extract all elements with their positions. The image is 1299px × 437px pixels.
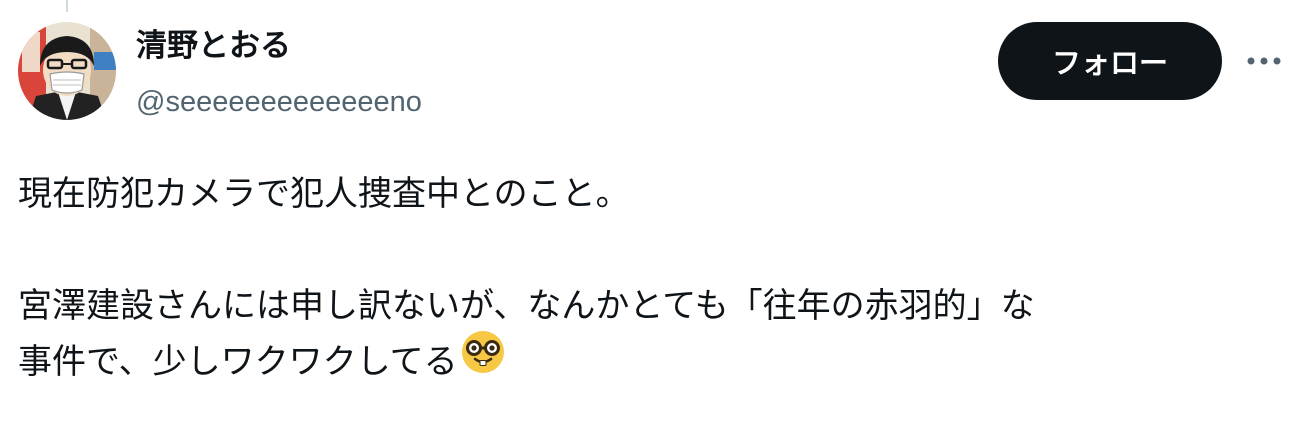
tweet-text-blank-line <box>18 222 1293 278</box>
tweet-text-line: 宮澤建設さんには申し訳ないが、なんかとても「往年の赤羽的」な <box>18 286 1035 326</box>
more-horizontal-icon[interactable] <box>1244 46 1284 76</box>
tweet-text-line: 現在防犯カメラで犯人捜査中とのこと。 <box>18 174 630 214</box>
tweet-text: 現在防犯カメラで犯人捜査中とのこと。 宮澤建設さんには申し訳ないが、なんかとても… <box>18 166 1293 390</box>
user-handle[interactable]: @seeeeeeeeeeeeeno <box>136 82 422 122</box>
avatar[interactable] <box>18 22 116 120</box>
tweet-header: 清野とおる @seeeeeeeeeeeeeno フォロー <box>18 22 1288 122</box>
display-name[interactable]: 清野とおる <box>136 24 422 68</box>
tweet-text-line-content: 事件で、少しワクワクしてる <box>18 342 458 382</box>
follow-button[interactable]: フォロー <box>998 22 1222 100</box>
nerd-face-emoji <box>460 329 506 392</box>
author-names: 清野とおる @seeeeeeeeeeeeeno <box>136 24 422 122</box>
tweet-text-line-last: 事件で、少しワクワクしてる <box>18 331 1293 390</box>
thread-connector-line <box>66 0 68 12</box>
avatar-image <box>18 22 116 120</box>
